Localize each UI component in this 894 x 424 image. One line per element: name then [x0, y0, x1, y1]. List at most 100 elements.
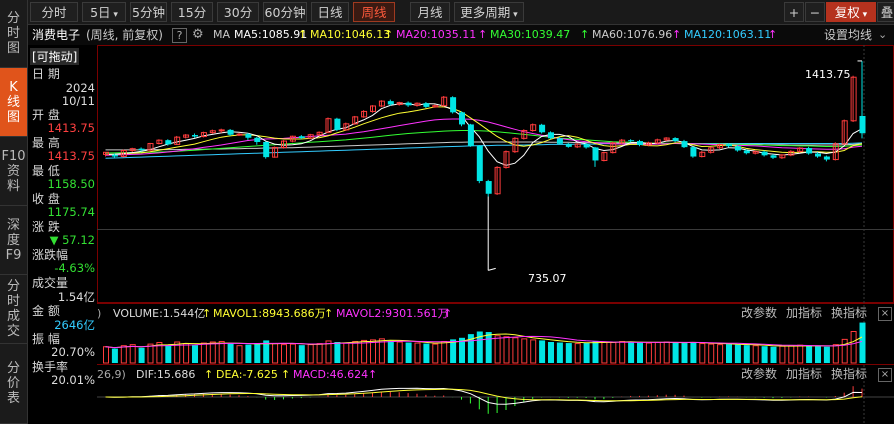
- candle-up: [183, 134, 190, 138]
- volume-bar-down: [165, 344, 172, 363]
- candle-down: [565, 143, 572, 147]
- date-year: 2024: [65, 81, 95, 95]
- nav-tick[interactable]: 分时成交: [0, 275, 27, 344]
- volume-switch-indicator-button[interactable]: 换指标: [831, 305, 867, 321]
- nav-depth[interactable]: 深度 F9: [0, 206, 27, 275]
- ma-end-arrow-icon: ↑: [768, 28, 778, 41]
- zoom-out-button[interactable]: −: [805, 2, 825, 22]
- nav-intraday[interactable]: 分时图: [0, 0, 27, 68]
- volume-bar-down: [734, 344, 741, 363]
- ma60-arrow-icon: ↑: [580, 28, 590, 41]
- volume-value-label: VOLUME:1.544亿: [113, 307, 206, 320]
- quote-info-panel[interactable]: [可拖动] 日 期 2024 10/11 开 盘 1413.75 最 高 141…: [28, 45, 97, 390]
- candle-down: [539, 124, 546, 133]
- period-tab-9[interactable]: 更多周期 ▾: [454, 2, 524, 22]
- volume-bar-down: [192, 345, 198, 363]
- candle-down: [690, 147, 697, 157]
- candle-down: [298, 136, 305, 139]
- adjust-dropdown[interactable]: 复权 ▾: [826, 2, 876, 22]
- zoom-in-button[interactable]: +: [784, 2, 804, 22]
- volume-add-indicator-button[interactable]: 加指标: [786, 305, 822, 321]
- ma-settings-button[interactable]: 设置均线: [824, 25, 872, 45]
- volume-bar-down: [823, 346, 830, 363]
- help-icon[interactable]: ?: [172, 28, 187, 43]
- volume-prefix: ): [97, 307, 102, 320]
- period-tab-6[interactable]: 日线: [311, 2, 349, 22]
- volume-bar-up: [129, 344, 136, 364]
- candle-down: [815, 153, 821, 157]
- volume-bar-down: [548, 342, 554, 363]
- volume-bar-down: [111, 348, 118, 363]
- candle-down: [111, 154, 118, 157]
- ma-label: MA: [213, 28, 231, 41]
- volume-bar-up: [494, 335, 501, 364]
- nav-price-table[interactable]: 分价表: [0, 344, 27, 424]
- volume-bar-up: [361, 339, 368, 364]
- dea-arrow-icon: ↑: [281, 368, 291, 381]
- volume-bar-down: [565, 343, 572, 363]
- draggable-label[interactable]: [可拖动]: [30, 48, 80, 65]
- candle-down: [548, 132, 554, 139]
- period-tab-8[interactable]: 月线: [410, 2, 450, 22]
- low-value: 1158.50: [47, 177, 95, 191]
- ma-settings-chevron-icon[interactable]: ⌄: [878, 25, 887, 45]
- volume-bar-up: [307, 344, 314, 364]
- close-value: 1175.74: [47, 205, 95, 219]
- volume-bar-up: [841, 338, 848, 364]
- volume-bar-up: [370, 339, 376, 364]
- ma60-value: MA60:1076.96: [592, 28, 673, 41]
- left-nav: 分时图 K 线图 F10 资料深度 F9 分时成交分价表: [0, 0, 28, 424]
- volume-bar-down: [423, 343, 430, 363]
- volume-bar-down: [726, 344, 732, 363]
- volume-edit-params-button[interactable]: 改参数: [741, 305, 777, 321]
- ma120-arrow-icon: ↑: [672, 28, 682, 41]
- period-tab-1[interactable]: 5日 ▾: [82, 2, 126, 22]
- candle-down: [192, 135, 198, 137]
- dif-value: DIF:15.686: [136, 368, 196, 381]
- volume-arrow-icon: ↑: [202, 307, 212, 320]
- period-tab-2[interactable]: 5分钟: [130, 2, 167, 22]
- nav-kline[interactable]: K线图: [0, 68, 27, 137]
- candle-down: [823, 156, 830, 160]
- volume-close-icon[interactable]: ×: [878, 307, 892, 321]
- candle-down: [761, 151, 768, 156]
- date-label: 日 期: [32, 67, 60, 81]
- macd-edit-params-button[interactable]: 改参数: [741, 366, 777, 382]
- candle-down: [681, 141, 688, 148]
- volume-bar-down: [298, 345, 305, 363]
- high-annotation: 1413.75: [805, 68, 851, 81]
- dif-arrow-icon: ↑: [204, 368, 214, 381]
- stock-name: 消费电子: [32, 28, 81, 42]
- low-leader-arrow: [488, 267, 496, 271]
- mavol2-arrow-icon: ↑: [443, 307, 453, 320]
- macd-switch-indicator-button[interactable]: 换指标: [831, 366, 867, 382]
- volume-bar-up: [521, 338, 528, 364]
- period-toolbar: 分时5日 ▾5分钟15分钟30分钟60分钟日线周线月线更多周期 ▾ +−复权 ▾叠: [28, 0, 894, 40]
- pct-change-value: -4.63%: [54, 261, 95, 275]
- period-tab-5[interactable]: 60分钟: [263, 2, 307, 22]
- candle-down: [263, 141, 270, 158]
- dea-value: DEA:-7.625: [216, 368, 278, 381]
- candle-down: [770, 155, 777, 158]
- volume-bar-up: [717, 344, 724, 364]
- date-value: 10/11: [61, 94, 95, 108]
- macd-close-icon[interactable]: ×: [878, 368, 892, 382]
- gear-icon[interactable]: ⚙: [192, 25, 204, 45]
- volume-bar-down: [539, 340, 546, 363]
- volume-value: 1.54亿: [57, 290, 95, 304]
- overlay-button[interactable]: 叠: [877, 2, 894, 22]
- volume-bar-down: [405, 342, 412, 363]
- period-tab-0[interactable]: 分时: [30, 2, 78, 22]
- dropdown-chevron-icon: ▾: [110, 10, 118, 20]
- volume-bar-up: [663, 341, 670, 364]
- period-tab-7[interactable]: 周线: [353, 2, 395, 22]
- macd-add-indicator-button[interactable]: 加指标: [786, 366, 822, 382]
- dea-line: [105, 388, 863, 402]
- period-tab-4[interactable]: 30分钟: [217, 2, 259, 40]
- candle-down: [583, 144, 590, 148]
- volume-bar-up: [200, 342, 207, 364]
- period-tab-3[interactable]: 15分钟: [171, 2, 213, 40]
- mavol2-value: MAVOL2:9301.561万: [336, 307, 449, 320]
- nav-f10[interactable]: F10 资料: [0, 137, 27, 206]
- volume-bar-up: [352, 340, 359, 364]
